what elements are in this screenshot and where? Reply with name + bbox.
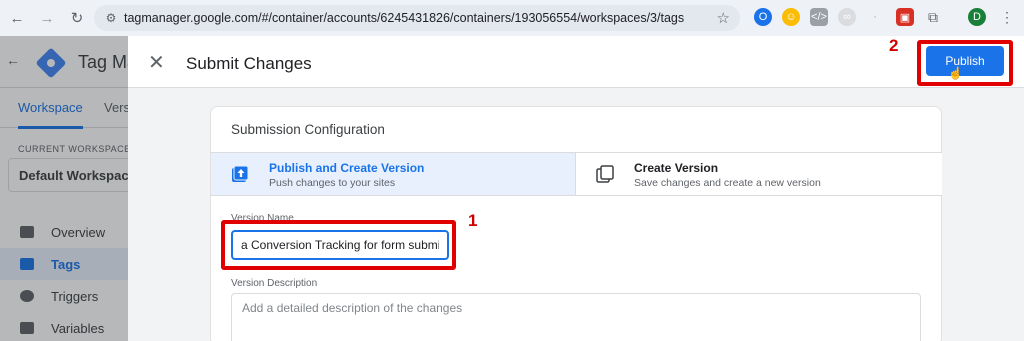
submit-changes-panel: ✕ Submit Changes Publish ☝ Submission Co…	[128, 36, 1024, 341]
site-settings-icon[interactable]: ⚙	[98, 11, 124, 25]
extension-1password-icon[interactable]: O	[754, 8, 772, 26]
version-description-label: Version Description	[231, 278, 318, 289]
step-number-2: 2	[889, 36, 899, 55]
url-text[interactable]: tagmanager.google.com/#/container/accoun…	[124, 11, 684, 25]
profile-avatar[interactable]: D	[968, 8, 986, 26]
bookmark-star-icon[interactable]: ☆	[717, 9, 730, 27]
option-title: Create Version	[634, 161, 719, 175]
browser-menu-icon[interactable]: ⋮	[998, 8, 1016, 26]
version-description-field[interactable]	[231, 293, 921, 341]
extension-code-icon[interactable]: </>	[810, 8, 828, 26]
highlight-box-publish	[917, 40, 1013, 86]
reload-icon[interactable]: ↻	[64, 5, 90, 31]
address-bar[interactable]: ⚙ tagmanager.google.com/#/container/acco…	[94, 5, 740, 31]
extension-link-icon[interactable]: ∞	[838, 8, 856, 26]
back-icon[interactable]: ←	[4, 5, 30, 31]
option-subtitle: Push changes to your sites	[269, 177, 396, 189]
extensions-puzzle-icon[interactable]: ⧉	[924, 8, 942, 26]
forward-icon[interactable]: →	[34, 5, 60, 31]
extension-tag-icon[interactable]: ▣	[896, 8, 914, 26]
option-subtitle: Save changes and create a new version	[634, 177, 821, 189]
card-title: Submission Configuration	[231, 122, 385, 137]
option-create-version[interactable]: Create Version Save changes and create a…	[576, 152, 942, 196]
browser-toolbar: ← → ↻ ⚙ tagmanager.google.com/#/containe…	[0, 0, 1024, 36]
create-version-icon	[596, 165, 614, 183]
page-title: Submit Changes	[186, 54, 312, 73]
highlight-box-version-name	[221, 220, 456, 270]
close-icon[interactable]: ✕	[148, 50, 165, 75]
step-number-1: 1	[468, 211, 478, 230]
modal-scrim[interactable]	[0, 36, 128, 341]
extension-person-icon[interactable]: ☺	[782, 8, 800, 26]
extension-dot-icon[interactable]: ·	[866, 8, 884, 26]
option-publish-and-create-version[interactable]: Publish and Create Version Push changes …	[211, 152, 576, 196]
publish-icon	[232, 165, 249, 182]
option-title: Publish and Create Version	[269, 161, 425, 175]
